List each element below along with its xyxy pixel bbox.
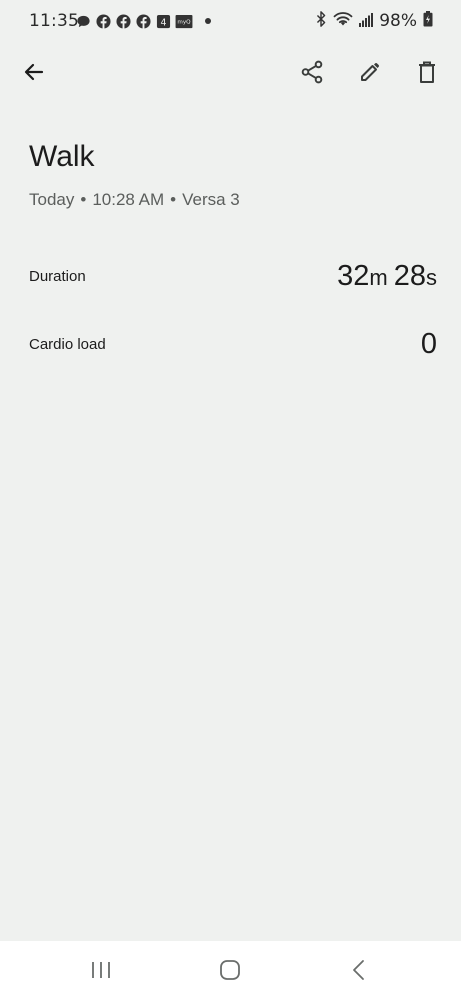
chevron-left-icon bbox=[353, 960, 364, 980]
status-bar: 11:35 4 myQ 98% bbox=[0, 0, 461, 44]
chat-bubble-icon bbox=[75, 13, 91, 29]
cardio-load-label: Cardio load bbox=[29, 335, 106, 353]
duration-minutes: 32 bbox=[337, 259, 370, 292]
cardio-load-row: Cardio load 0 bbox=[29, 324, 437, 364]
recent-apps-icon bbox=[92, 962, 110, 978]
system-back-button[interactable] bbox=[339, 955, 379, 985]
duration-minutes-unit: m bbox=[369, 264, 388, 290]
top-app-bar bbox=[0, 44, 461, 100]
more-dot-icon bbox=[203, 13, 213, 29]
facebook-icon bbox=[135, 13, 151, 29]
duration-value: 32 m 28 s bbox=[337, 260, 437, 293]
app-4-label: 4 bbox=[160, 17, 166, 28]
bluetooth-icon bbox=[315, 11, 327, 31]
pencil-icon bbox=[361, 63, 379, 81]
myq-icon: myQ bbox=[175, 13, 193, 29]
myq-label: myQ bbox=[177, 19, 191, 25]
battery-charging-icon bbox=[423, 11, 433, 31]
wifi-icon bbox=[333, 11, 353, 31]
activity-subtitle: Today • 10:28 AM • Versa 3 bbox=[29, 190, 240, 210]
signal-icon bbox=[359, 12, 374, 31]
duration-seconds: 28 bbox=[393, 259, 426, 292]
notification-icons: 4 myQ bbox=[75, 13, 213, 29]
recent-apps-button[interactable] bbox=[81, 955, 121, 985]
activity-device: Versa 3 bbox=[182, 190, 240, 209]
app-4-icon: 4 bbox=[155, 13, 171, 29]
facebook-icon bbox=[95, 13, 111, 29]
back-button[interactable] bbox=[14, 52, 54, 92]
back-arrow-icon bbox=[24, 63, 44, 81]
facebook-icon bbox=[115, 13, 131, 29]
battery-percent: 98% bbox=[379, 11, 417, 31]
system-nav-bar bbox=[0, 941, 461, 999]
share-icon bbox=[301, 60, 323, 84]
separator-dot: • bbox=[170, 190, 177, 209]
duration-label: Duration bbox=[29, 267, 86, 285]
activity-title: Walk bbox=[29, 140, 95, 173]
cardio-load-value: 0 bbox=[420, 327, 437, 360]
home-icon bbox=[220, 960, 240, 980]
duration-seconds-unit: s bbox=[426, 264, 437, 290]
edit-button[interactable] bbox=[350, 52, 390, 92]
share-button[interactable] bbox=[292, 52, 332, 92]
home-button[interactable] bbox=[210, 955, 250, 985]
duration-row: Duration 32 m 28 s bbox=[29, 256, 437, 296]
delete-button[interactable] bbox=[407, 52, 447, 92]
separator-dot: • bbox=[80, 190, 87, 209]
activity-day: Today bbox=[29, 190, 75, 209]
activity-time: 10:28 AM bbox=[92, 190, 165, 209]
status-right: 98% bbox=[315, 11, 433, 31]
status-time: 11:35 bbox=[29, 11, 79, 31]
trash-icon bbox=[419, 61, 435, 83]
